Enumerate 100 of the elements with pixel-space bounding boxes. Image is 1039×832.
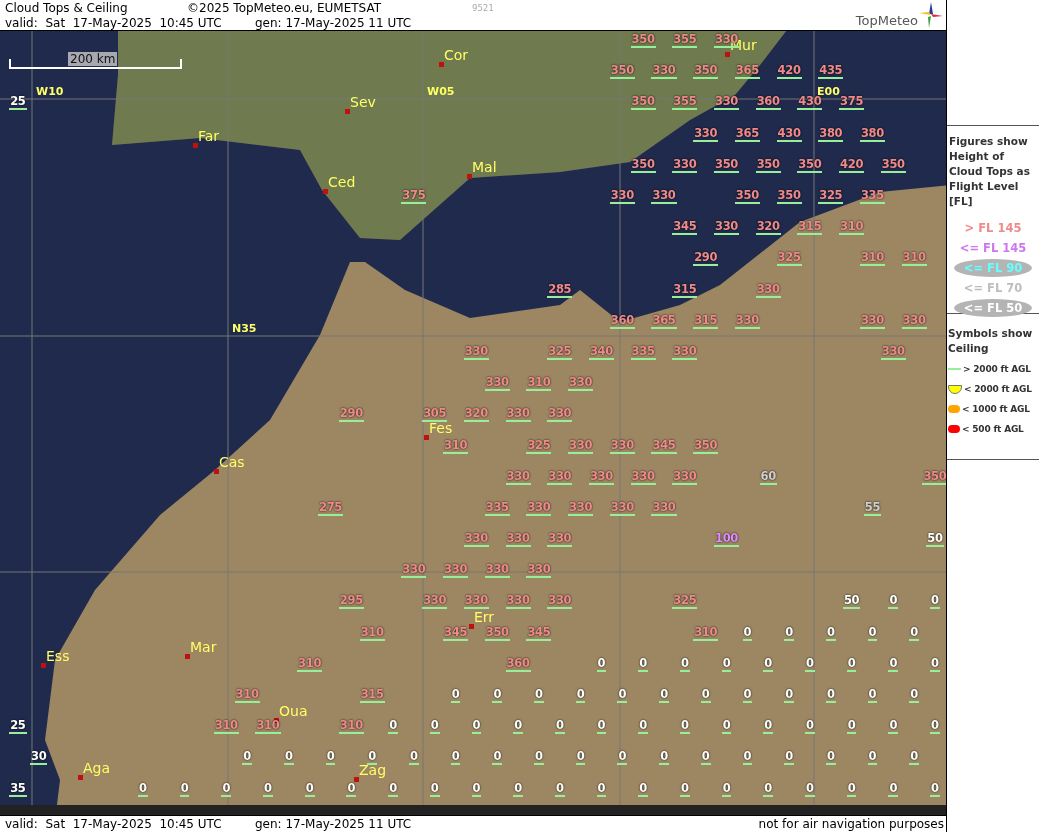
cloud-top-value: 0 — [513, 719, 523, 735]
cloud-top-value: 290 — [338, 407, 364, 423]
cloud-top-value: 0 — [805, 781, 815, 797]
cloud-top-value: 350 — [755, 157, 781, 173]
cloud-top-value: 0 — [471, 719, 482, 735]
cloud-top-value: 0 — [534, 688, 544, 704]
cloud-top-value: 0 — [221, 781, 232, 797]
cloud-top-value: 435 — [818, 64, 844, 80]
cloud-top-value: 350 — [630, 95, 656, 111]
cloud-top-value: 350 — [609, 64, 635, 80]
cloud-top-value: 0 — [304, 781, 315, 797]
cloud-top-value: 330 — [672, 344, 698, 360]
city-label: Cor — [444, 47, 469, 63]
cloud-top-value: 330 — [651, 189, 677, 205]
cloud-top-value: 310 — [901, 251, 927, 267]
generated-time: gen: 17-May-2025 11 UTC — [255, 15, 412, 30]
cloud-top-value: 0 — [784, 625, 794, 641]
cloud-top-value: 50 — [842, 594, 861, 610]
cloud-top-value: 0 — [659, 688, 669, 704]
cloud-top-value: 0 — [638, 656, 648, 672]
cloud-top-value: 330 — [880, 344, 906, 360]
cloud-top-value: 350 — [880, 157, 906, 173]
cloud-top-value: 310 — [338, 719, 364, 735]
cloud-top-value: 0 — [471, 781, 482, 797]
cloud-top-value: 330 — [505, 407, 531, 423]
cloud-top-value: 335 — [484, 500, 510, 516]
legend-title: Figures show Height of Cloud Tops as Flight Level [FL] — [949, 134, 1031, 209]
cloud-top-value: 330 — [547, 469, 573, 485]
cloud-top-value: 0 — [867, 688, 878, 704]
cloud-top-value: 0 — [680, 719, 690, 735]
cloud-top-value: 325 — [818, 189, 844, 205]
city-marker-icon — [725, 52, 730, 57]
cloud-top-value: 0 — [534, 750, 544, 766]
cloud-top-value: 0 — [513, 781, 523, 797]
cloud-top-value: 35 — [9, 781, 27, 797]
cloud-top-value: 345 — [651, 438, 677, 454]
cloud-top-value: 0 — [930, 656, 940, 672]
cloud-top-value: 0 — [721, 656, 732, 672]
cloud-top-value: 0 — [680, 781, 690, 797]
cloud-top-value: 350 — [734, 189, 760, 205]
cloud-top-value: 310 — [234, 688, 260, 704]
cloud-top-value: 0 — [596, 656, 607, 672]
cloud-top-value: 380 — [818, 126, 844, 142]
cloud-top-value: 0 — [554, 781, 565, 797]
cloud-top-value: 330 — [568, 500, 594, 516]
cloud-top-value: 0 — [450, 750, 461, 766]
cloud-top-value: 0 — [367, 750, 378, 766]
cloud-top-value: 345 — [672, 220, 698, 236]
cloud-top-value: 330 — [505, 594, 531, 610]
cloud-top-value: 330 — [609, 189, 635, 205]
cloud-top-value: 310 — [839, 220, 865, 236]
legend-title: Symbols show Ceiling — [948, 326, 1034, 356]
cloud-top-value: 0 — [888, 594, 899, 610]
cloud-top-value: 350 — [922, 469, 946, 485]
cloud-top-value: 330 — [401, 563, 427, 579]
chart-title: Cloud Tops & Ceiling — [5, 0, 129, 15]
copyright-text: ©2025 TopMeteo.eu, EUMETSAT — [187, 0, 383, 15]
cloud-top-value: 0 — [825, 625, 836, 641]
cloud-top-value: 325 — [547, 344, 573, 360]
cloud-top-value: 0 — [784, 688, 794, 704]
cloud-top-value: 350 — [693, 438, 719, 454]
cloud-top-value: 0 — [138, 781, 148, 797]
cloud-top-value: 0 — [909, 688, 919, 704]
cloud-top-value: 0 — [930, 781, 940, 797]
cloud-top-value: 0 — [325, 750, 336, 766]
legend-entry: <= FL 70 — [962, 280, 1024, 297]
chart-code: 9521 — [472, 2, 494, 13]
cloud-top-value: 350 — [630, 33, 656, 49]
cloud-top-value: 0 — [492, 750, 503, 766]
cloud-top-value: 375 — [401, 189, 427, 205]
cloud-top-value: 0 — [867, 625, 878, 641]
cloud-top-value: 420 — [839, 157, 865, 173]
cloud-top-value: 0 — [763, 781, 774, 797]
city-marker-icon — [41, 663, 46, 668]
legend-entry: > 2000 ft AGL — [963, 364, 1031, 374]
cloud-top-value: 325 — [776, 251, 802, 267]
cloud-top-value: 355 — [672, 95, 698, 111]
cloud-top-value: 310 — [297, 656, 323, 672]
cloud-top-value: 330 — [901, 313, 927, 329]
legend-entry: < 500 ft AGL — [962, 424, 1024, 434]
cloud-top-value: 330 — [672, 157, 698, 173]
cloud-top-value: 0 — [346, 781, 357, 797]
cloud-top-value: 0 — [805, 656, 815, 672]
city-marker-icon — [193, 143, 198, 148]
cloud-top-value: 330 — [422, 594, 448, 610]
legend-entry: < 1000 ft AGL — [962, 404, 1030, 414]
cloud-top-value: 0 — [763, 719, 774, 735]
cloud-top-value: 0 — [888, 719, 899, 735]
cloud-top-value: 355 — [672, 33, 698, 49]
grid-label: W05 — [427, 85, 455, 98]
cloud-top-value: 0 — [721, 781, 732, 797]
cloud-top-value: 330 — [672, 469, 698, 485]
cloud-top-value: 330 — [443, 563, 469, 579]
cloud-top-value: 0 — [825, 688, 836, 704]
cloud-top-value: 0 — [888, 781, 899, 797]
city-marker-icon — [323, 189, 328, 194]
disclaimer-text: not for air navigation purposes — [758, 817, 945, 831]
cloud-top-value: 0 — [909, 750, 919, 766]
cloud-top-value: 0 — [742, 750, 753, 766]
cloud-top-value: 0 — [388, 719, 398, 735]
